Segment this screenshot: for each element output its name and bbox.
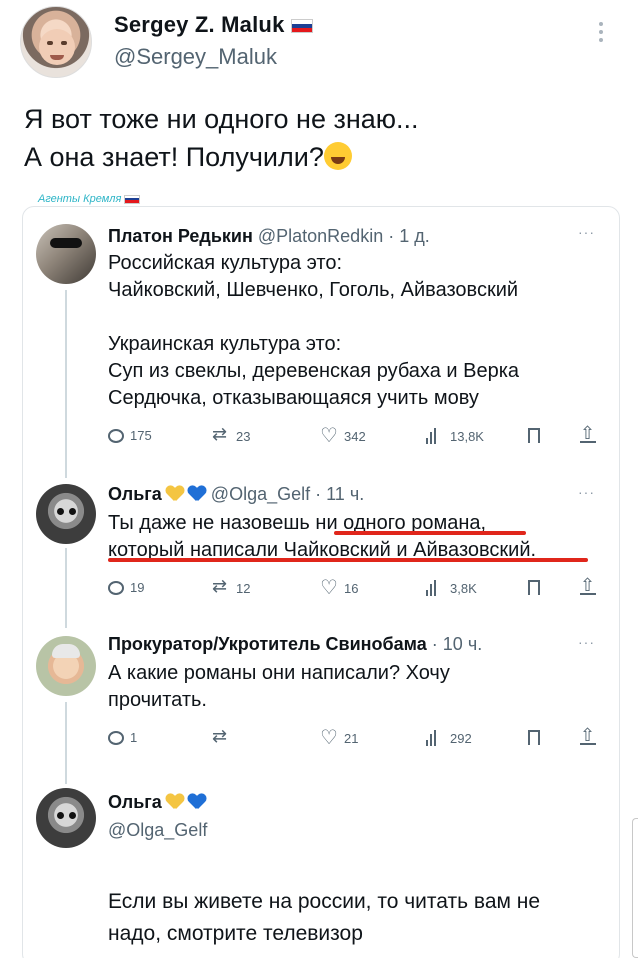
post-header: Ольга: [108, 792, 206, 813]
bar-chart-icon: [426, 580, 444, 596]
russian-flag-icon: [124, 194, 141, 204]
post-text: Российская культура это: Чайковский, Шев…: [108, 252, 520, 409]
author-name-row[interactable]: Sergey Z. Maluk: [114, 12, 313, 38]
share-icon: [580, 423, 598, 444]
tweet-line-2: А она знает! Получили?: [24, 142, 324, 172]
thread-line: [65, 702, 67, 784]
post-actions: 175 23 342 13,8K: [108, 423, 608, 448]
retweet-icon: [212, 424, 230, 445]
tweet-text: Я вот тоже ни одного не знаю... А она зн…: [24, 100, 584, 176]
tweet-line-2-row: А она знает! Получили?: [24, 138, 584, 176]
post-text: Ты даже не назовешь ни одного романа, ко…: [108, 512, 537, 561]
retweet-icon: [212, 726, 230, 747]
reply-button[interactable]: 1: [108, 730, 137, 745]
more-options-icon[interactable]: ···: [578, 634, 595, 650]
avatar-eye-right: [61, 41, 67, 45]
post-text: Если вы живете на россии, то читать вам …: [108, 890, 541, 945]
post-actions: 19 12 16 3,8K: [108, 575, 608, 600]
avatar[interactable]: [36, 788, 96, 848]
share-icon: [580, 575, 598, 596]
more-options-icon[interactable]: [598, 22, 604, 46]
share-icon: [580, 725, 598, 746]
bookmark-button[interactable]: [528, 428, 540, 443]
retweet-button[interactable]: 23: [212, 424, 250, 445]
views-button[interactable]: 3,8K: [426, 580, 477, 596]
share-button[interactable]: [580, 423, 598, 444]
post-author-name[interactable]: Прокуратор/Укротитель Свинобама: [108, 634, 427, 654]
grinning-sweat-emoji-icon: [323, 142, 352, 170]
bookmark-button[interactable]: [528, 580, 540, 595]
bar-chart-icon: [426, 428, 444, 444]
scrollbar[interactable]: [632, 818, 638, 958]
watermark: Агенты Кремля: [38, 193, 141, 205]
avatar[interactable]: [36, 224, 96, 284]
views-button[interactable]: 292: [426, 730, 472, 746]
tweet-line-1: Я вот тоже ни одного не знаю...: [24, 104, 419, 134]
reply-button[interactable]: 19: [108, 580, 144, 595]
reply-icon: [108, 730, 124, 745]
retweet-icon: [212, 576, 230, 597]
post-author-name[interactable]: Ольга: [108, 484, 162, 504]
post-time: · 1 д.: [388, 226, 430, 246]
more-options-icon[interactable]: ···: [578, 224, 595, 240]
bookmark-icon: [528, 580, 540, 595]
post-author-name[interactable]: Платон Редькин: [108, 226, 253, 246]
retweet-button[interactable]: [212, 726, 236, 747]
thread-line: [65, 548, 67, 628]
post-text: А какие романы они написали? Хочу прочит…: [108, 662, 450, 711]
more-options-icon[interactable]: ···: [578, 484, 595, 500]
russian-flag-icon: [290, 19, 313, 34]
reply-icon: [108, 580, 124, 595]
post-time: · 11 ч.: [315, 484, 365, 504]
reply-icon: [108, 428, 124, 443]
author-handle[interactable]: @Sergey_Maluk: [114, 44, 277, 70]
reply-button[interactable]: 175: [108, 428, 152, 443]
avatar[interactable]: [36, 636, 96, 696]
bar-chart-icon: [426, 730, 444, 746]
avatar-eye-left: [47, 41, 53, 45]
post-time: · 10 ч.: [431, 634, 483, 654]
highlight-underline: [108, 558, 588, 562]
blue-heart-icon: [188, 486, 206, 502]
bookmark-button[interactable]: [528, 730, 540, 745]
blue-heart-icon: [188, 794, 206, 810]
yellow-heart-icon: [166, 794, 184, 810]
avatar[interactable]: [36, 484, 96, 544]
like-button[interactable]: 342: [320, 423, 366, 448]
author-avatar[interactable]: [20, 6, 92, 78]
yellow-heart-icon: [166, 486, 184, 502]
post-handle[interactable]: @PlatonRedkin: [258, 226, 383, 246]
author-name[interactable]: Sergey Z. Maluk: [114, 12, 285, 37]
retweet-button[interactable]: 12: [212, 576, 250, 597]
post-handle[interactable]: @Olga_Gelf: [211, 484, 310, 504]
like-button[interactable]: 16: [320, 575, 358, 600]
bookmark-icon: [528, 428, 540, 443]
like-button[interactable]: 21: [320, 725, 358, 750]
post-header: Прокуратор/Укротитель Свинобама · 10 ч.: [108, 634, 482, 655]
post-author-name[interactable]: Ольга: [108, 792, 162, 812]
heart-outline-icon: [320, 725, 338, 750]
post-actions: 1 21 292: [108, 725, 608, 750]
post-header: Платон Редькин @PlatonRedkin · 1 д.: [108, 226, 430, 247]
views-button[interactable]: 13,8K: [426, 428, 484, 444]
share-button[interactable]: [580, 575, 598, 596]
heart-outline-icon: [320, 575, 338, 600]
heart-outline-icon: [320, 423, 338, 448]
post-handle[interactable]: @Olga_Gelf: [108, 820, 207, 841]
bookmark-icon: [528, 730, 540, 745]
highlight-underline: [334, 531, 526, 535]
post-header: Ольга @Olga_Gelf · 11 ч.: [108, 484, 364, 505]
share-button[interactable]: [580, 725, 598, 746]
thread-line: [65, 290, 67, 478]
